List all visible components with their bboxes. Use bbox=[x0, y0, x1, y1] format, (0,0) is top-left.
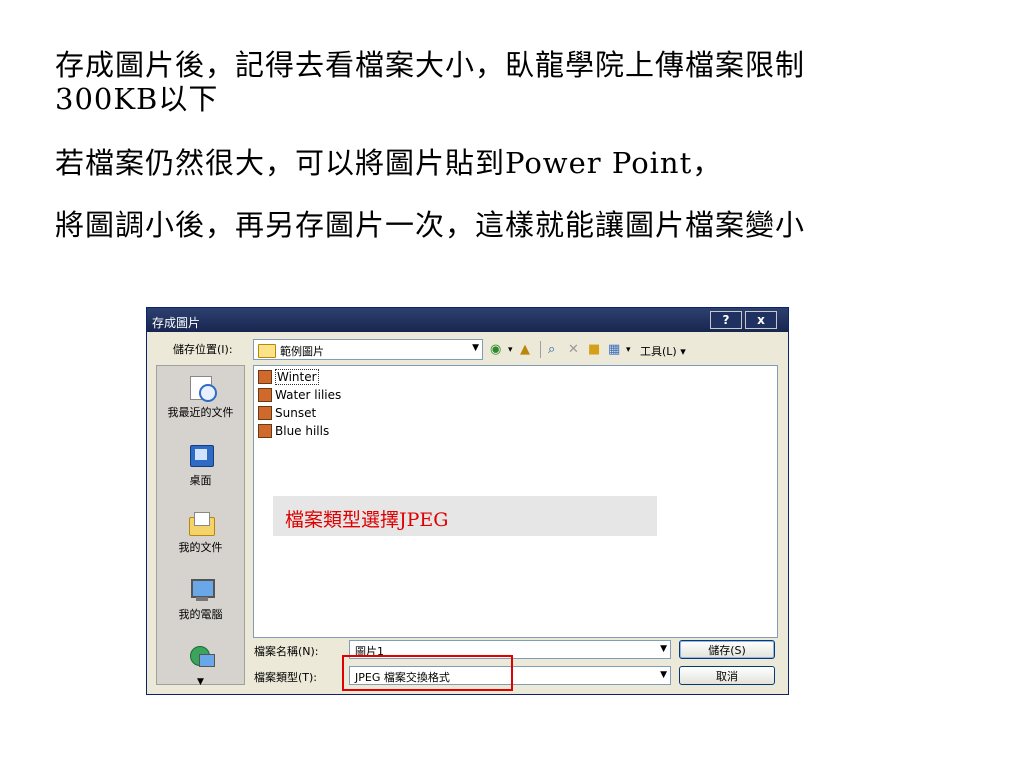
save-button[interactable]: 儲存(S) bbox=[679, 640, 775, 659]
views-dropdown-icon[interactable]: ▾ bbox=[626, 345, 631, 355]
chevron-down-icon[interactable]: ▼ bbox=[660, 644, 667, 654]
list-item[interactable]: Sunset bbox=[258, 405, 316, 423]
save-in-dropdown[interactable]: 範例圖片 ▼ bbox=[253, 339, 483, 360]
dialog-titlebar[interactable]: 存成圖片 ? x bbox=[147, 308, 788, 332]
delete-icon[interactable]: ✕ bbox=[568, 342, 579, 357]
place-my-recent-documents[interactable]: 我最近的文件 bbox=[157, 374, 244, 420]
desktop-icon bbox=[187, 442, 215, 470]
place-label: 我最近的文件 bbox=[167, 406, 234, 419]
scroll-down-icon[interactable]: ▼ bbox=[197, 677, 204, 687]
my-documents-icon bbox=[187, 509, 215, 537]
place-label: 桌面 bbox=[189, 474, 212, 487]
folder-icon bbox=[258, 344, 276, 358]
annotation-text: 檔案類型選擇JPEG bbox=[285, 509, 449, 531]
place-my-computer[interactable]: 我的電腦 bbox=[157, 576, 244, 622]
save-in-label: 儲存位置(I): bbox=[173, 343, 233, 356]
back-dropdown-icon[interactable]: ▾ bbox=[508, 345, 513, 355]
list-item[interactable]: Blue hills bbox=[258, 423, 329, 441]
place-label: 我的電腦 bbox=[178, 608, 223, 621]
chevron-down-icon[interactable]: ▼ bbox=[660, 670, 667, 680]
jpeg-file-icon bbox=[258, 405, 272, 420]
list-item[interactable]: Water lilies bbox=[258, 387, 341, 405]
network-places-icon bbox=[187, 644, 215, 672]
place-desktop[interactable]: 桌面 bbox=[157, 442, 244, 488]
places-bar: 我最近的文件 桌面 我的文件 我的電腦 ▼ bbox=[156, 365, 245, 687]
place-my-documents[interactable]: 我的文件 bbox=[157, 509, 244, 555]
help-button[interactable]: ? bbox=[710, 311, 742, 329]
views-icon[interactable]: ▦ bbox=[608, 342, 620, 357]
instruction-line-2: 300KB以下 bbox=[55, 82, 219, 116]
annotation-callout: 檔案類型選擇JPEG bbox=[273, 496, 657, 536]
new-folder-icon[interactable]: ■ bbox=[588, 342, 600, 357]
tools-menu[interactable]: 工具(L) ▾ bbox=[640, 343, 686, 359]
save-in-value: 範例圖片 bbox=[280, 345, 324, 358]
list-item[interactable]: Winter bbox=[258, 369, 319, 387]
file-type-highlight-box bbox=[342, 655, 513, 691]
toolbar-separator bbox=[540, 341, 541, 358]
search-web-icon[interactable]: ⌕ bbox=[548, 342, 555, 357]
instruction-line-1: 存成圖片後，記得去看檔案大小，臥龍學院上傳檔案限制 bbox=[55, 48, 806, 82]
file-name-label: 檔案名稱(N): bbox=[254, 645, 319, 658]
back-icon[interactable]: ◉ bbox=[490, 342, 501, 357]
jpeg-file-icon bbox=[258, 387, 272, 402]
file-type-label: 檔案類型(T): bbox=[254, 671, 318, 684]
instruction-line-3: 若檔案仍然很大，可以將圖片貼到Power Point， bbox=[55, 146, 723, 180]
place-label: 我的文件 bbox=[178, 541, 223, 554]
save-picture-dialog: 存成圖片 ? x 儲存位置(I): 範例圖片 ▼ ◉ ▾ ▲ ⌕ ✕ ■ ▦ ▾… bbox=[146, 307, 789, 695]
my-computer-icon bbox=[187, 576, 215, 604]
instruction-line-4: 將圖調小後，再另存圖片一次，這樣就能讓圖片檔案變小 bbox=[55, 208, 806, 242]
place-my-network-places[interactable]: ▼ bbox=[157, 644, 244, 687]
cancel-button[interactable]: 取消 bbox=[679, 666, 775, 685]
dialog-title: 存成圖片 bbox=[152, 316, 201, 330]
jpeg-file-icon bbox=[258, 423, 272, 438]
recent-documents-icon bbox=[187, 374, 217, 402]
tools-menu-label: 工具(L) bbox=[640, 345, 677, 358]
up-folder-icon[interactable]: ▲ bbox=[520, 342, 530, 357]
close-button[interactable]: x bbox=[745, 311, 777, 329]
jpeg-file-icon bbox=[258, 369, 272, 384]
chevron-down-icon: ▼ bbox=[472, 343, 479, 353]
